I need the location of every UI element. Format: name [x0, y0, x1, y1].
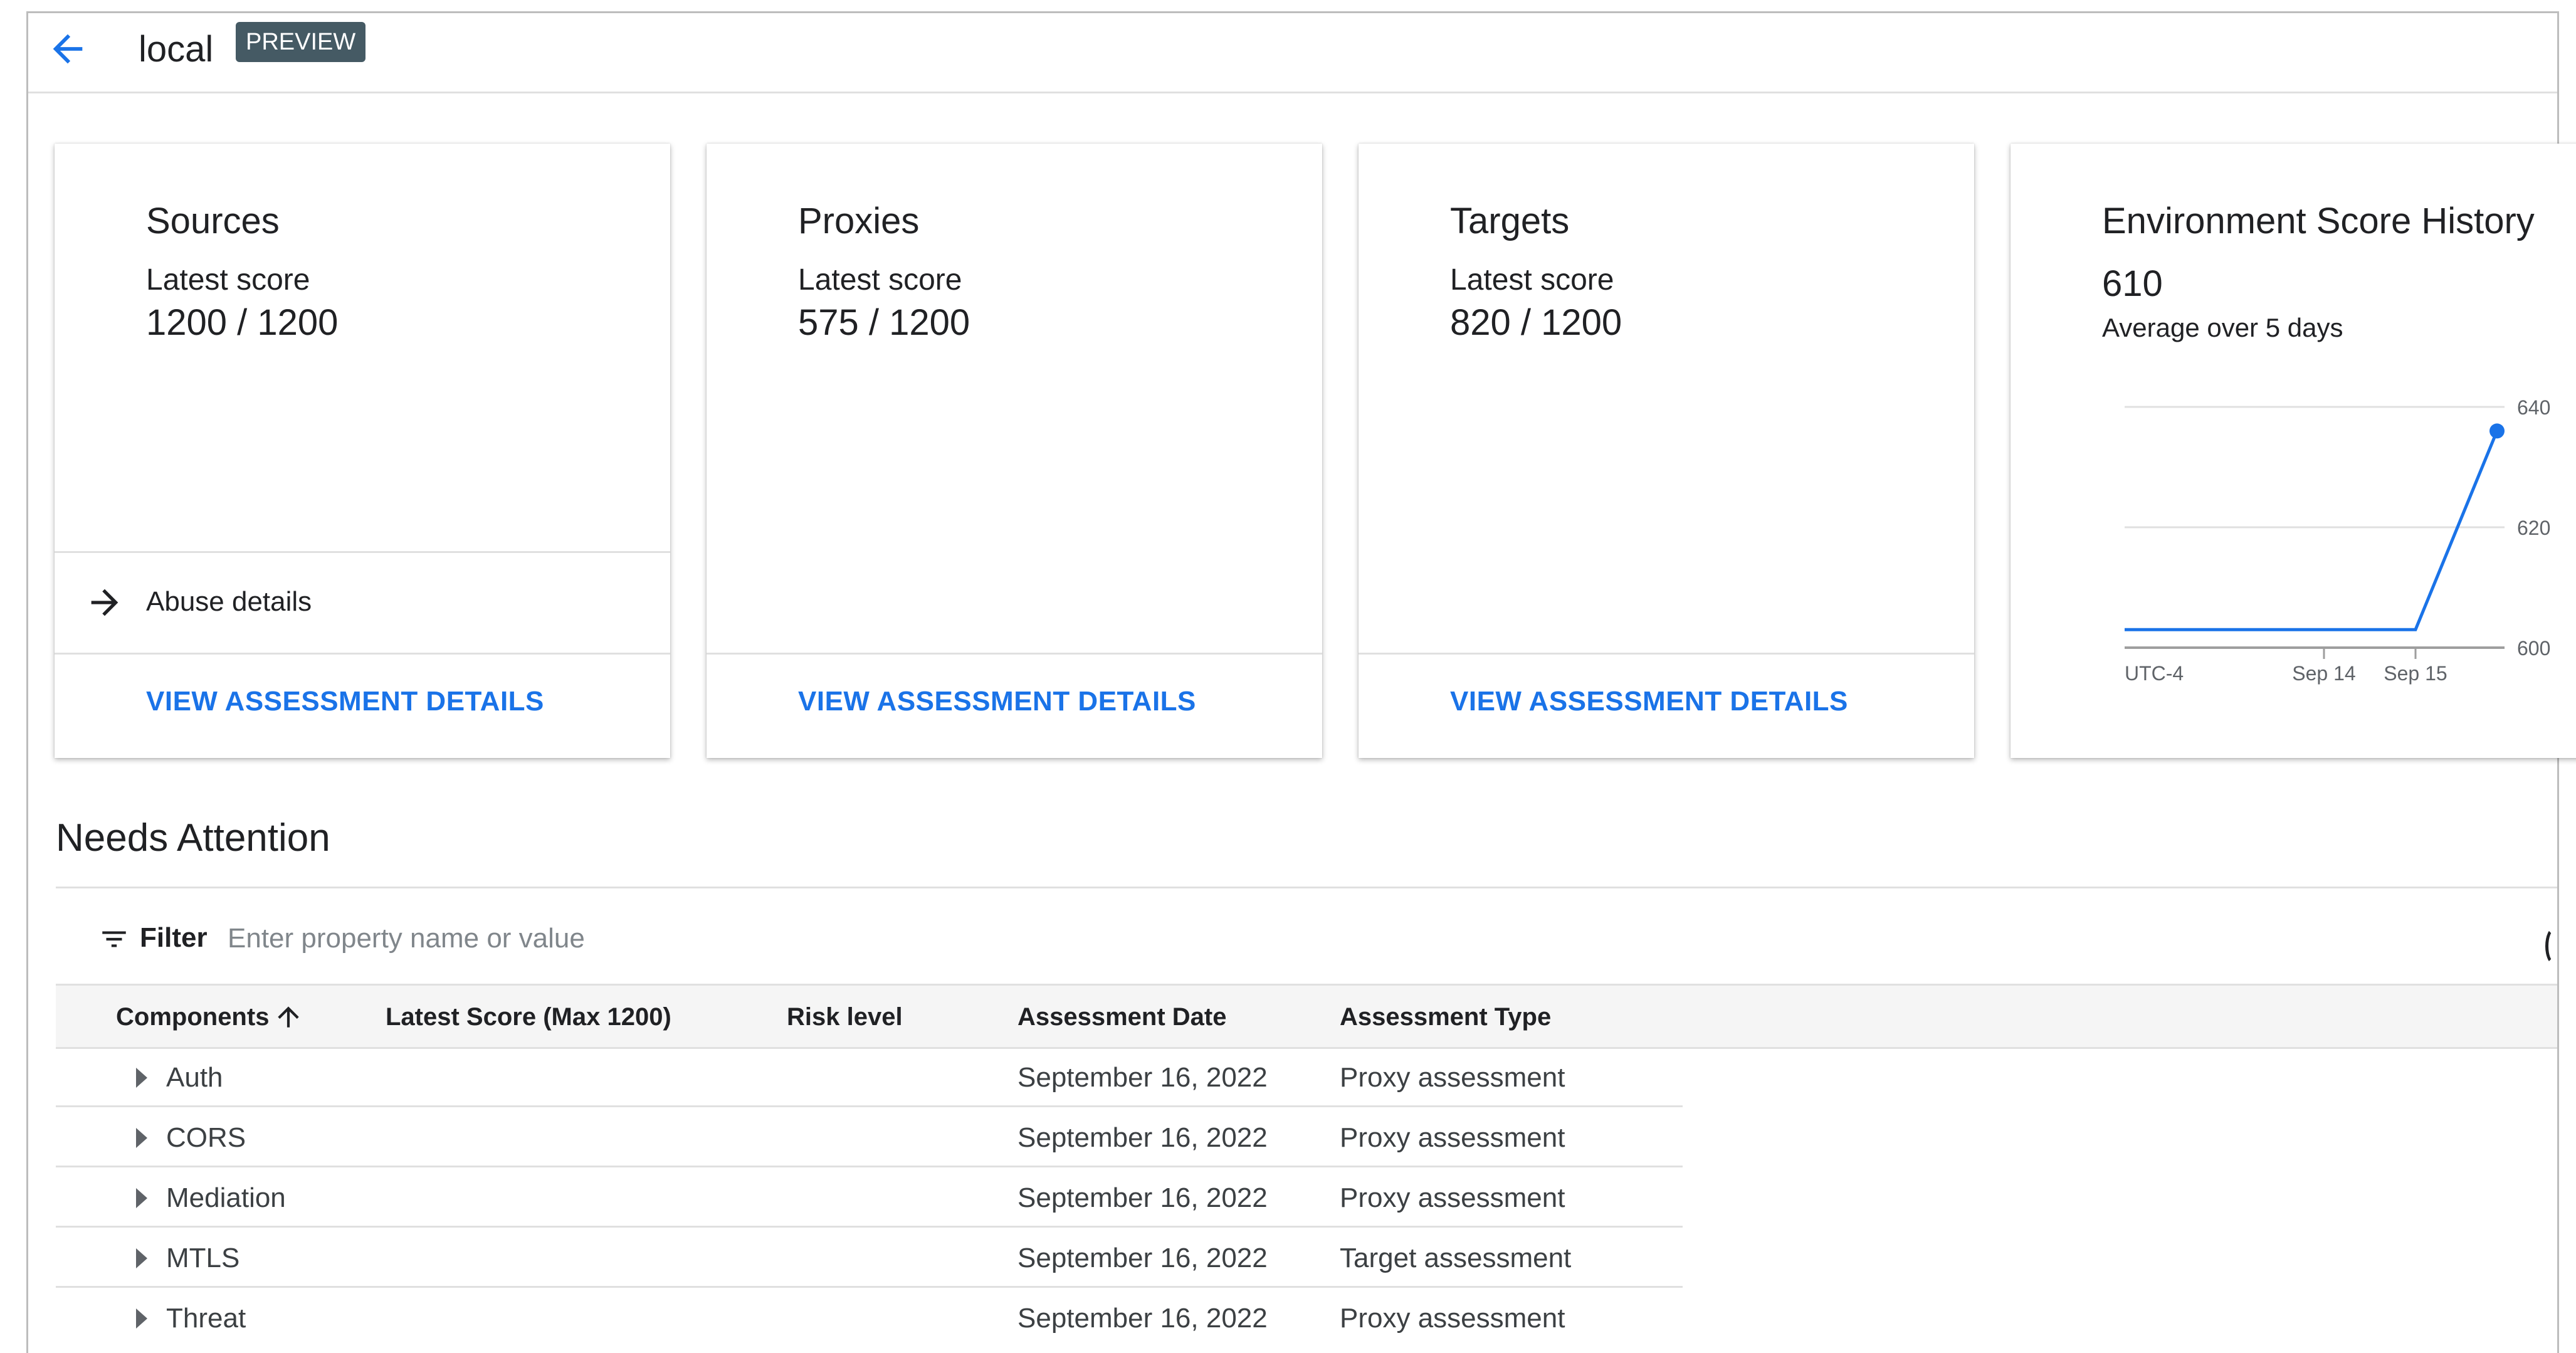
- score-history-card: Environment Score History 610 Average ov…: [2011, 144, 2576, 758]
- column-header-components[interactable]: Components: [116, 1003, 269, 1031]
- row-component: CORS: [166, 1122, 246, 1153]
- latest-point: [2489, 423, 2505, 439]
- sources-card: Sources Latest score 1200 / 1200 Abuse d…: [55, 144, 670, 758]
- back-arrow-icon[interactable]: [46, 27, 90, 71]
- card-score-label: Latest score: [798, 263, 962, 297]
- preview-badge: PREVIEW: [236, 22, 366, 62]
- filter-label: Filter: [140, 922, 208, 953]
- table-row[interactable]: Mediation September 16, 2022 Proxy asses…: [56, 1167, 2557, 1228]
- row-component: Auth: [166, 1062, 223, 1093]
- series-line: [2125, 430, 2499, 631]
- row-assessment-type: Proxy assessment: [1340, 1062, 1565, 1093]
- filter-input[interactable]: [226, 916, 1107, 961]
- card-score-label: Latest score: [1450, 263, 1614, 297]
- row-assessment-type: Proxy assessment: [1340, 1303, 1565, 1334]
- x-tick-label: Sep 14: [2292, 662, 2355, 685]
- table-row[interactable]: Threat September 16, 2022 Proxy assessme…: [56, 1288, 2557, 1348]
- row-component: Mediation: [166, 1182, 286, 1213]
- filter-icon[interactable]: [98, 924, 130, 955]
- row-assessment-type: Proxy assessment: [1340, 1122, 1565, 1153]
- proxies-view-assessment-link[interactable]: VIEW ASSESSMENT DETAILS: [798, 686, 1196, 717]
- row-assessment-type: Proxy assessment: [1340, 1182, 1565, 1213]
- column-header-risk-level[interactable]: Risk level: [787, 1003, 903, 1031]
- row-assessment-date: September 16, 2022: [1017, 1062, 1268, 1093]
- targets-card: Targets Latest score 820 / 1200 VIEW ASS…: [1359, 144, 1974, 758]
- abuse-details-row[interactable]: Abuse details: [55, 552, 670, 653]
- card-score-value: 820 / 1200: [1450, 302, 1622, 343]
- score-history-chart: 600 620 640 UTC-4 Sep 14 Sep 15: [2125, 396, 2550, 685]
- expand-caret-icon[interactable]: [136, 1188, 147, 1208]
- card-divider: [1359, 653, 1974, 655]
- table-header: Components Latest Score (Max 1200) Risk …: [56, 984, 2557, 1049]
- card-divider: [55, 653, 670, 655]
- y-tick-label: 640: [2517, 396, 2550, 419]
- column-header-assessment-date[interactable]: Assessment Date: [1017, 1003, 1227, 1031]
- abuse-details-label: Abuse details: [146, 586, 312, 617]
- targets-view-assessment-link[interactable]: VIEW ASSESSMENT DETAILS: [1450, 686, 1848, 717]
- card-title: Proxies: [798, 201, 920, 241]
- expand-caret-icon[interactable]: [136, 1308, 147, 1329]
- sources-view-assessment-link[interactable]: VIEW ASSESSMENT DETAILS: [146, 686, 544, 717]
- arrow-forward-icon: [91, 589, 118, 616]
- y-tick-label: 620: [2517, 517, 2550, 539]
- card-title: Targets: [1450, 201, 1570, 241]
- app-frame: local PREVIEW Sources Latest score 1200 …: [26, 11, 2576, 1353]
- row-assessment-type: Target assessment: [1340, 1243, 1572, 1273]
- row-assessment-date: September 16, 2022: [1017, 1303, 1268, 1334]
- table-row[interactable]: CORS September 16, 2022 Proxy assessment: [56, 1107, 2557, 1167]
- row-assessment-date: September 16, 2022: [1017, 1122, 1268, 1153]
- table-row[interactable]: Auth September 16, 2022 Proxy assessment: [56, 1047, 2557, 1107]
- expand-caret-icon[interactable]: [136, 1068, 147, 1088]
- card-divider: [707, 653, 1322, 655]
- card-score-value: 575 / 1200: [798, 302, 970, 343]
- row-assessment-date: September 16, 2022: [1017, 1243, 1268, 1273]
- section-divider: [56, 887, 2557, 888]
- card-score-label: Latest score: [146, 263, 310, 297]
- page-title: local: [139, 29, 214, 70]
- proxies-card: Proxies Latest score 575 / 1200 VIEW ASS…: [707, 144, 1322, 758]
- clipped-icon: [2545, 927, 2563, 965]
- row-assessment-date: September 16, 2022: [1017, 1182, 1268, 1213]
- x-tick-label: UTC-4: [2125, 662, 2184, 685]
- needs-attention-title: Needs Attention: [56, 816, 330, 860]
- page-header: local PREVIEW: [28, 13, 2557, 93]
- x-tick-label: Sep 15: [2384, 662, 2447, 685]
- expand-caret-icon[interactable]: [136, 1248, 147, 1268]
- expand-caret-icon[interactable]: [136, 1128, 147, 1148]
- sort-ascending-icon[interactable]: [273, 999, 304, 1034]
- card-score-value: 1200 / 1200: [146, 302, 339, 343]
- table-row[interactable]: MTLS September 16, 2022 Target assessmen…: [56, 1228, 2557, 1288]
- row-component: Threat: [166, 1303, 246, 1334]
- y-tick-label: 600: [2517, 637, 2550, 660]
- card-title: Sources: [146, 201, 280, 241]
- column-header-latest-score[interactable]: Latest Score (Max 1200): [386, 1003, 671, 1031]
- row-component: MTLS: [166, 1243, 240, 1273]
- column-header-assessment-type[interactable]: Assessment Type: [1340, 1003, 1551, 1031]
